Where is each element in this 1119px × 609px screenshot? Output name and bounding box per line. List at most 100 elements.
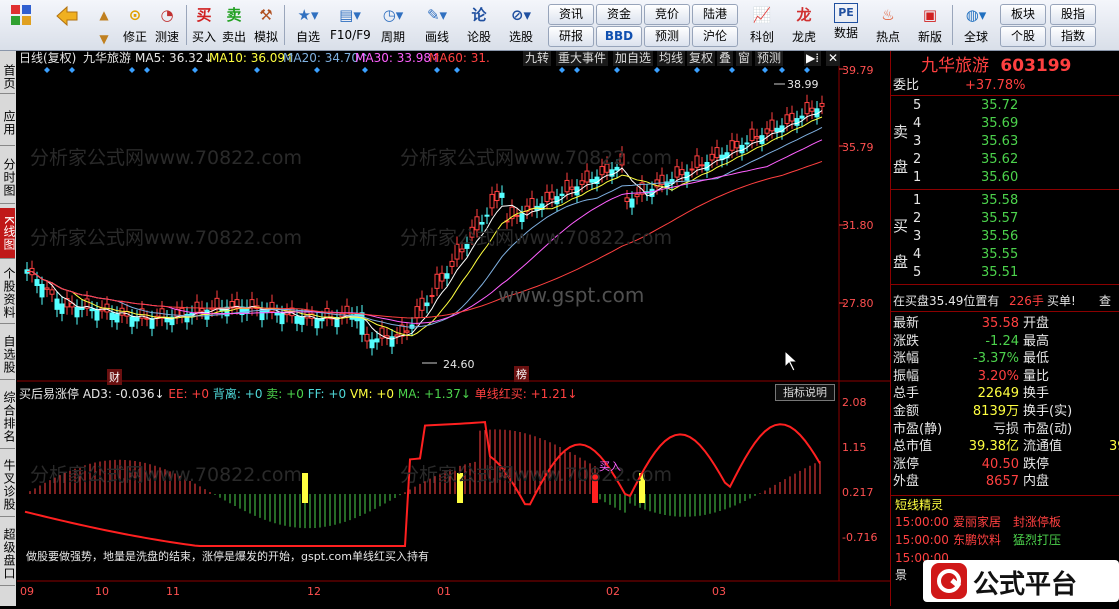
pin-icon[interactable]: ▶⁞ xyxy=(804,51,822,66)
candle-body xyxy=(514,214,520,217)
tab-kline[interactable]: K线图 xyxy=(0,208,16,259)
stock-picker-button[interactable]: ⊘▾ 选股 xyxy=(500,3,542,47)
hotspot-button[interactable]: ♨ 热点 xyxy=(870,3,906,47)
forecast-button[interactable]: 预测 xyxy=(644,26,690,47)
elf-item[interactable]: 15:00:00 东鹏饮料 猛烈打压 xyxy=(891,532,1119,549)
sector-button[interactable]: 板块 xyxy=(1000,4,1046,25)
candle-body xyxy=(194,301,200,313)
candle-body xyxy=(419,297,425,311)
fire-icon: ♨ xyxy=(881,6,895,24)
candle-body xyxy=(529,197,535,210)
buy-level-5: 5 35.51 xyxy=(913,265,1019,280)
candle-body xyxy=(489,193,495,209)
candle-body xyxy=(589,179,595,183)
news-button[interactable]: 资讯 xyxy=(548,4,594,25)
ma5-label: MA5: 36.32↓ xyxy=(135,51,214,65)
finance-marker[interactable]: 财 xyxy=(107,369,122,385)
up-button[interactable]: ▲ ▼ xyxy=(92,3,114,47)
tab-diagnosis[interactable]: 牛叉诊股 xyxy=(0,454,16,517)
price-tick: 31.80 xyxy=(842,219,874,232)
f10-button[interactable]: ▤▾ F10/F9 xyxy=(330,3,371,47)
draw-line-button[interactable]: ✎▾ 画线 xyxy=(418,3,456,47)
tab-major-events[interactable]: 重大事件 xyxy=(556,51,609,66)
watchlist-button[interactable]: ★▾ 自选 xyxy=(290,3,326,47)
chart-area[interactable] xyxy=(17,51,890,606)
new-version-button[interactable]: ▣ 新版 xyxy=(912,3,948,47)
discuss-button[interactable]: 论 论股 xyxy=(462,3,496,47)
buy-icon: 买 xyxy=(196,6,212,24)
tab-adjust[interactable]: 复权 xyxy=(687,51,716,66)
speedtest-button[interactable]: ◔ 测速 xyxy=(152,3,182,47)
global-button[interactable]: ◍▾ 全球 xyxy=(956,3,996,47)
tab-super-orderbook[interactable]: 超级盘口 xyxy=(0,523,16,586)
star-folder-icon: ★▾ xyxy=(297,6,319,24)
tab-forecast[interactable]: 预测 xyxy=(755,51,784,66)
simulate-button[interactable]: ⚒ 模拟 xyxy=(252,3,280,47)
index-futures-button[interactable]: 股指 xyxy=(1050,4,1096,25)
funds-button[interactable]: 资金 xyxy=(596,4,642,25)
candle-body xyxy=(774,127,780,133)
high-price-label: 38.99 xyxy=(787,78,819,91)
candle-body xyxy=(519,213,525,223)
sell-button[interactable]: 卖 卖出 xyxy=(220,3,248,47)
stat-key: 换手(实) xyxy=(1023,404,1073,419)
kline-chart[interactable] xyxy=(17,51,890,606)
candle-body xyxy=(134,317,140,322)
close-icon[interactable]: ✕ xyxy=(826,51,841,66)
bbd-button[interactable]: BBD xyxy=(596,26,642,47)
dragon-tiger-button[interactable]: 龙 龙虎 xyxy=(786,3,822,47)
index-button[interactable]: 指数 xyxy=(1050,26,1096,47)
candle-body xyxy=(689,168,695,171)
hk-connect-button[interactable]: 陆港 xyxy=(692,4,738,25)
tab-overlay[interactable]: 叠 xyxy=(717,51,734,66)
candle-body xyxy=(424,302,430,307)
auction-button[interactable]: 竞价 xyxy=(644,4,690,25)
stat-value: -1.24 xyxy=(985,333,1019,349)
candle-body xyxy=(114,313,120,323)
tab-timeshare[interactable]: 分时图 xyxy=(0,151,16,204)
sci-tech-button[interactable]: 📈 科创 xyxy=(744,3,780,47)
stat-key: 最低 xyxy=(1023,351,1050,367)
indicator-tick: 0.217 xyxy=(842,486,874,499)
tab-apps[interactable]: 应用 xyxy=(0,101,16,146)
stat-row: 涨停 40.50 跌停 xyxy=(891,456,1119,473)
tab-ranking[interactable]: 综合排名 xyxy=(0,386,16,449)
discuss-icon: 论 xyxy=(471,6,487,24)
candle-body xyxy=(634,193,640,198)
tab-watchlist[interactable]: 自选股 xyxy=(0,329,16,380)
tab-stock-info[interactable]: 个股资料 xyxy=(0,263,16,324)
order-alert[interactable]: 在买盘35.49位置有 226手 买单! 查 xyxy=(891,293,1119,310)
stat-row: 涨幅 -3.37% 最低 xyxy=(891,350,1119,367)
watermark-text: 分析家公式网www.70822.com xyxy=(30,227,302,249)
candle-body xyxy=(789,112,795,122)
rank-marker[interactable]: 榜 xyxy=(514,366,529,382)
indicator-help-button[interactable]: 指标说明 xyxy=(775,384,835,401)
app-grid-button[interactable] xyxy=(6,3,36,47)
back-button[interactable] xyxy=(50,3,82,47)
chart-icon: 📈 xyxy=(752,6,772,24)
research-button[interactable]: 研报 xyxy=(548,26,594,47)
price-tick: 27.80 xyxy=(842,297,874,310)
candle-body xyxy=(769,119,775,132)
buy-button[interactable]: 买 买入 xyxy=(190,3,218,47)
x-tick: 03 xyxy=(712,585,726,598)
elf-item[interactable]: 15:00:00 爱丽家居 封涨停板 xyxy=(891,514,1119,531)
tab-add-watch[interactable]: 加自选 xyxy=(613,51,654,66)
stat-value: 亏损 xyxy=(992,421,1019,437)
candle-body xyxy=(414,306,420,319)
x-tick: 02 xyxy=(606,585,620,598)
data-button[interactable]: PE 数据 xyxy=(828,3,864,47)
stock-button[interactable]: 个股 xyxy=(1000,26,1046,47)
tab-nine-turn[interactable]: 九转 xyxy=(523,51,552,66)
correct-button[interactable]: ⊙ 修正 xyxy=(120,3,150,47)
sh-london-button[interactable]: 沪伦 xyxy=(692,26,738,47)
stat-value: 8657 xyxy=(985,474,1019,490)
candle-body xyxy=(749,128,755,142)
period-button[interactable]: ◷▾ 周期 xyxy=(374,3,412,47)
tab-home[interactable]: 首页 xyxy=(0,61,16,94)
stat-key: 振幅 xyxy=(893,368,920,384)
speedtest-icon: ◔ xyxy=(160,6,174,24)
tab-window[interactable]: 窗 xyxy=(736,51,753,66)
stat-key: 涨幅 xyxy=(893,351,920,367)
tab-ma[interactable]: 均线 xyxy=(657,51,686,66)
